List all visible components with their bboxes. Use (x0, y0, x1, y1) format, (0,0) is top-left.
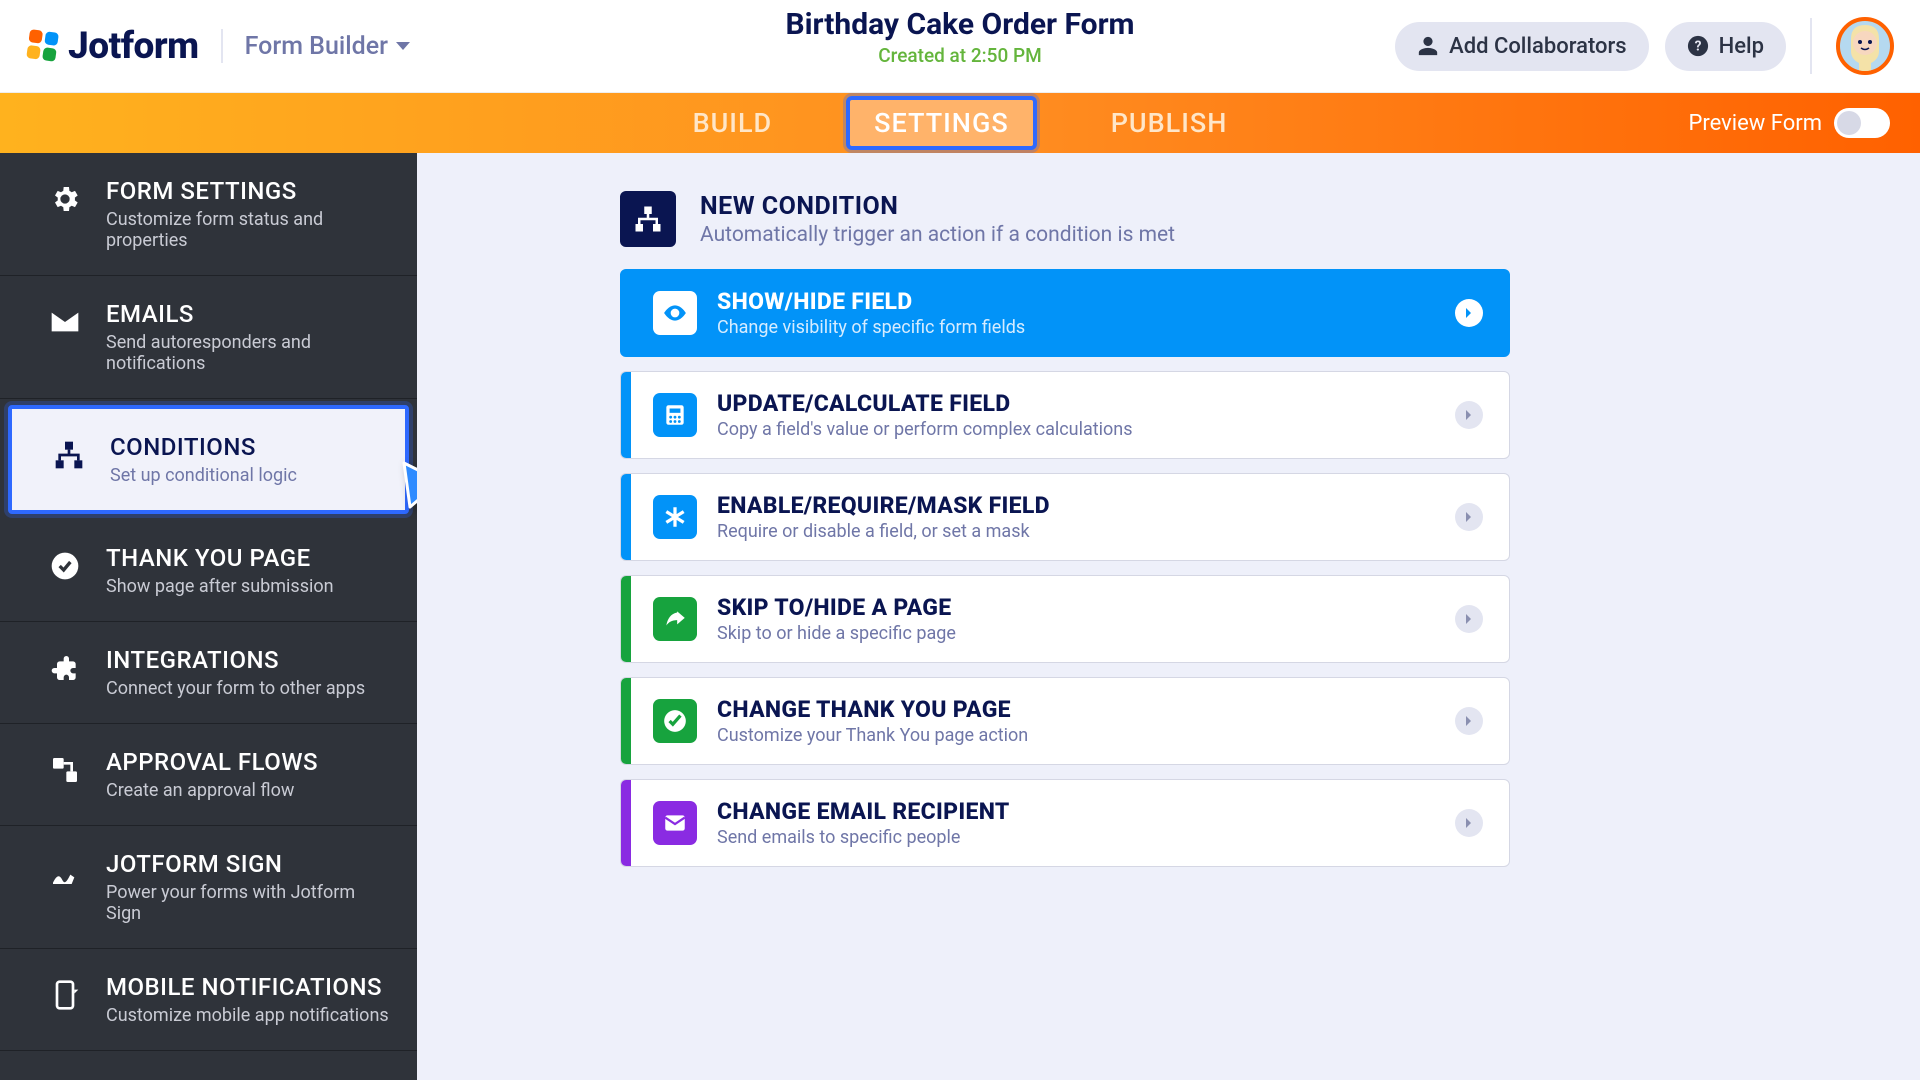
condition-show-hide-field[interactable]: SHOW/HIDE FIELD Change visibility of spe… (620, 269, 1510, 357)
toggle-icon (1834, 108, 1890, 138)
condition-sub: Send emails to specific people (717, 827, 1010, 848)
avatar[interactable] (1836, 17, 1894, 75)
chevron-right-icon (1455, 809, 1483, 837)
mail-icon (653, 801, 697, 845)
panel-subtitle: Automatically trigger an action if a con… (700, 223, 1175, 247)
sidebar-item-sub: Set up conditional logic (110, 465, 297, 486)
sidebar-item-sub: Customize form status and properties (106, 209, 389, 251)
help-button[interactable]: ? Help (1665, 22, 1786, 71)
condition-title: SKIP TO/HIDE A PAGE (717, 594, 956, 621)
form-title[interactable]: Birthday Cake Order Form (785, 7, 1134, 42)
gear-icon (46, 180, 84, 218)
logo-icon (26, 29, 60, 63)
sidebar-item-emails[interactable]: EMAILS Send autoresponders and notificat… (0, 276, 417, 399)
condition-enable-require-mask-field[interactable]: ENABLE/REQUIRE/MASK FIELD Require or dis… (620, 473, 1510, 561)
logo[interactable]: Jotform (26, 25, 199, 68)
add-collaborators-label: Add Collaborators (1449, 34, 1627, 59)
preview-label: Preview Form (1688, 111, 1822, 136)
sidebar-item-sub: Power your forms with Jotform Sign (106, 882, 389, 924)
form-created-at: Created at 2:50 PM (785, 44, 1134, 67)
sidebar-item-form-settings[interactable]: FORM SETTINGS Customize form status and … (0, 153, 417, 276)
sidebar-item-label: MOBILE NOTIFICATIONS (106, 973, 389, 1001)
condition-title: CHANGE EMAIL RECIPIENT (717, 798, 1010, 825)
user-icon (1417, 35, 1439, 57)
chevron-right-icon (1455, 605, 1483, 633)
chevron-down-icon (396, 42, 410, 50)
form-builder-dropdown[interactable]: Form Builder (245, 32, 410, 61)
condition-title: CHANGE THANK YOU PAGE (717, 696, 1028, 723)
share-arrow-icon (653, 597, 697, 641)
chevron-right-icon (1455, 707, 1483, 735)
sidebar-item-sub: Connect your form to other apps (106, 678, 365, 699)
mail-icon (46, 303, 84, 341)
divider (1810, 18, 1812, 74)
condition-sub: Customize your Thank You page action (717, 725, 1028, 746)
sidebar-item-approval-flows[interactable]: APPROVAL FLOWS Create an approval flow (0, 724, 417, 826)
sidebar-item-sub: Create an approval flow (106, 780, 318, 801)
sidebar-item-label: EMAILS (106, 300, 389, 328)
help-label: Help (1719, 34, 1764, 59)
condition-type-list: SHOW/HIDE FIELD Change visibility of spe… (620, 269, 1510, 867)
condition-sub: Skip to or hide a specific page (717, 623, 956, 644)
condition-title: ENABLE/REQUIRE/MASK FIELD (717, 492, 1050, 519)
condition-skip-hide-page[interactable]: SKIP TO/HIDE A PAGE Skip to or hide a sp… (620, 575, 1510, 663)
mobile-icon (46, 976, 84, 1014)
chevron-right-icon (1455, 401, 1483, 429)
sidebar-item-thank-you[interactable]: THANK YOU PAGE Show page after submissio… (0, 520, 417, 622)
condition-change-thank-you-page[interactable]: CHANGE THANK YOU PAGE Customize your Tha… (620, 677, 1510, 765)
check-circle-icon (46, 547, 84, 585)
sidebar-item-jotform-sign[interactable]: JOTFORM SIGN Power your forms with Jotfo… (0, 826, 417, 949)
asterisk-icon (653, 495, 697, 539)
conditions-panel: NEW CONDITION Automatically trigger an a… (417, 153, 1920, 1080)
hierarchy-icon (50, 436, 88, 474)
condition-change-email-recipient[interactable]: CHANGE EMAIL RECIPIENT Send emails to sp… (620, 779, 1510, 867)
sidebar-item-sub: Customize mobile app notifications (106, 1005, 389, 1026)
sidebar-item-label: CONDITIONS (110, 433, 297, 461)
mode-tabs: BUILD SETTINGS PUBLISH Preview Form (0, 93, 1920, 153)
eye-icon (653, 291, 697, 335)
condition-sub: Copy a field's value or perform complex … (717, 419, 1133, 440)
chevron-right-icon (1455, 299, 1483, 327)
tab-build[interactable]: BUILD (669, 96, 797, 150)
hierarchy-icon (620, 191, 676, 247)
avatar-icon (1843, 21, 1887, 71)
app-header: Jotform Form Builder Birthday Cake Order… (0, 0, 1920, 93)
sidebar-item-label: INTEGRATIONS (106, 646, 365, 674)
chevron-right-icon (1455, 503, 1483, 531)
form-title-block: Birthday Cake Order Form Created at 2:50… (785, 7, 1134, 67)
new-condition-header: NEW CONDITION Automatically trigger an a… (620, 191, 1854, 247)
settings-sidebar: FORM SETTINGS Customize form status and … (0, 153, 417, 1080)
condition-update-calculate-field[interactable]: UPDATE/CALCULATE FIELD Copy a field's va… (620, 371, 1510, 459)
flow-icon (46, 751, 84, 789)
condition-sub: Require or disable a field, or set a mas… (717, 521, 1050, 542)
sidebar-item-label: APPROVAL FLOWS (106, 748, 318, 776)
sidebar-item-label: JOTFORM SIGN (106, 850, 389, 878)
sidebar-item-integrations[interactable]: INTEGRATIONS Connect your form to other … (0, 622, 417, 724)
sidebar-item-sub: Show page after submission (106, 576, 334, 597)
condition-title: SHOW/HIDE FIELD (717, 288, 1025, 315)
question-icon: ? (1687, 35, 1709, 57)
sidebar-item-mobile-notifications[interactable]: MOBILE NOTIFICATIONS Customize mobile ap… (0, 949, 417, 1051)
sidebar-item-conditions[interactable]: CONDITIONS Set up conditional logic (8, 405, 409, 514)
tab-publish[interactable]: PUBLISH (1087, 96, 1252, 150)
add-collaborators-button[interactable]: Add Collaborators (1395, 22, 1649, 71)
sidebar-item-label: FORM SETTINGS (106, 177, 389, 205)
preview-form-toggle[interactable]: Preview Form (1688, 108, 1890, 138)
calculator-icon (653, 393, 697, 437)
divider (221, 29, 223, 63)
condition-sub: Change visibility of specific form field… (717, 317, 1025, 338)
svg-text:?: ? (1694, 39, 1701, 55)
tab-settings[interactable]: SETTINGS (846, 96, 1037, 150)
logo-text: Jotform (68, 25, 199, 68)
pen-icon (46, 853, 84, 891)
sidebar-item-label: THANK YOU PAGE (106, 544, 334, 572)
puzzle-icon (46, 649, 84, 687)
form-builder-label: Form Builder (245, 32, 388, 61)
panel-title: NEW CONDITION (700, 192, 1175, 221)
check-icon (653, 699, 697, 743)
sidebar-item-sub: Send autoresponders and notifications (106, 332, 389, 374)
condition-title: UPDATE/CALCULATE FIELD (717, 390, 1133, 417)
